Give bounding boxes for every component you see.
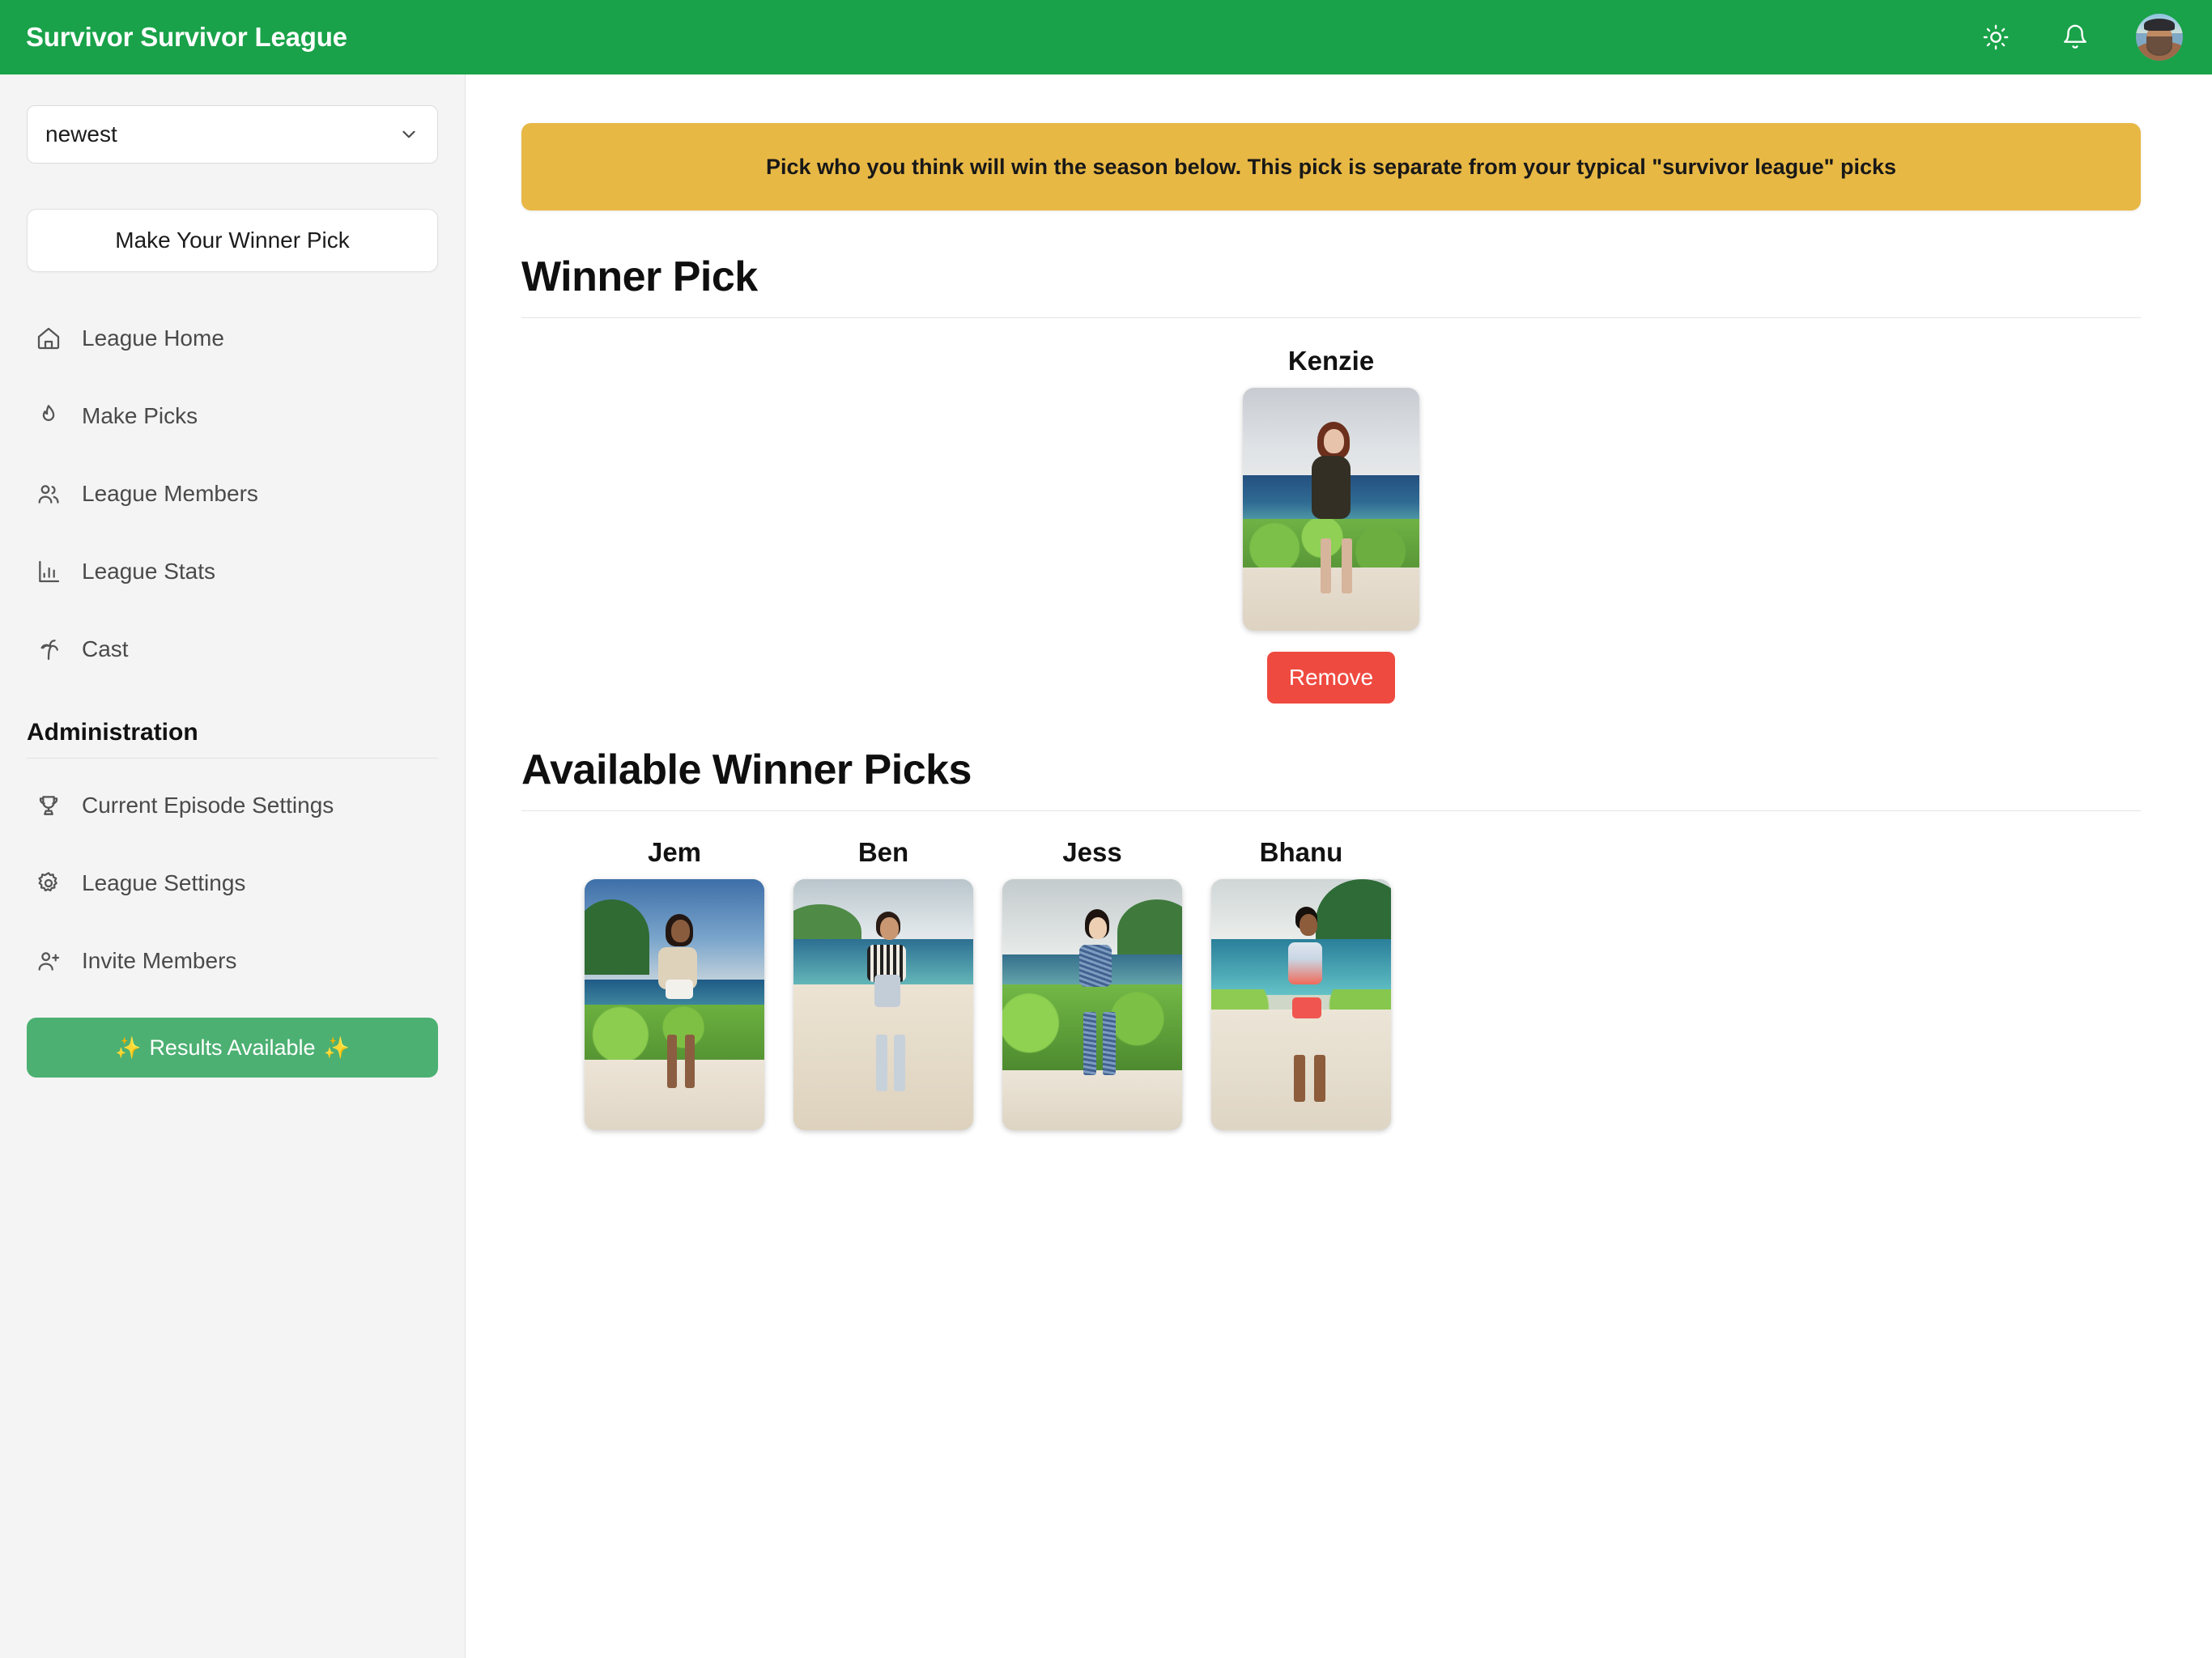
available-pick-card: Jem bbox=[585, 837, 764, 1130]
photo-sand bbox=[1243, 568, 1419, 631]
available-pick-card: Bhanu bbox=[1211, 837, 1391, 1130]
cast-photo[interactable] bbox=[585, 879, 764, 1130]
bar-chart-icon bbox=[35, 558, 62, 585]
sidebar-item-league-settings[interactable]: League Settings bbox=[27, 844, 438, 922]
sidebar-item-league-stats[interactable]: League Stats bbox=[27, 533, 438, 610]
user-avatar[interactable] bbox=[2136, 14, 2183, 61]
cast-name: Jess bbox=[1062, 837, 1122, 867]
sidebar-item-invite-members[interactable]: Invite Members bbox=[27, 922, 438, 1000]
league-select-value: newest bbox=[45, 121, 117, 147]
user-plus-icon bbox=[35, 947, 62, 975]
photo-person-head bbox=[879, 916, 899, 940]
theme-toggle-button[interactable] bbox=[1977, 19, 2014, 56]
photo-person-head bbox=[670, 919, 690, 942]
sidebar: newest Make Your Winner Pick League Home bbox=[0, 74, 466, 1658]
cast-name: Jem bbox=[647, 837, 702, 867]
main-content: Pick who you think will win the season b… bbox=[466, 74, 2212, 1658]
cast-name: Ben bbox=[857, 837, 909, 867]
sidebar-item-label: Invite Members bbox=[82, 948, 237, 973]
app-header: Survivor Survivor League bbox=[0, 0, 2212, 74]
avatar-beard bbox=[2146, 36, 2172, 56]
info-banner: Pick who you think will win the season b… bbox=[521, 123, 2141, 210]
available-picks-divider bbox=[521, 810, 2141, 811]
sparkle-icon-left: ✨ bbox=[115, 1035, 142, 1060]
photo-person-torso bbox=[1079, 944, 1112, 987]
flame-icon bbox=[35, 402, 62, 430]
photo-person-shorts bbox=[1291, 997, 1321, 1018]
cast-photo[interactable] bbox=[793, 879, 973, 1130]
photo-person-leg-left bbox=[1083, 1012, 1096, 1076]
photo-person-head bbox=[1324, 429, 1345, 453]
photo-person-leg-right bbox=[894, 1035, 906, 1092]
cast-name: Bhanu bbox=[1259, 837, 1343, 867]
cast-photo[interactable] bbox=[1002, 879, 1182, 1130]
sidebar-item-league-home[interactable]: League Home bbox=[27, 300, 438, 377]
app-title: Survivor Survivor League bbox=[26, 22, 347, 52]
gear-icon bbox=[35, 869, 62, 897]
sidebar-item-make-picks[interactable]: Make Picks bbox=[27, 377, 438, 455]
photo-person-leg-right bbox=[1313, 1055, 1325, 1102]
available-picks-grid: Jem Ben Jess Bhanu bbox=[521, 837, 2141, 1130]
users-icon bbox=[35, 480, 62, 508]
available-pick-card: Ben bbox=[793, 837, 973, 1130]
winner-pick-card: Kenzie Remove bbox=[521, 346, 2141, 704]
available-pick-card: Jess bbox=[1002, 837, 1182, 1130]
sidebar-item-label: League Settings bbox=[82, 870, 246, 895]
photo-person-shorts bbox=[665, 980, 693, 999]
cast-photo[interactable] bbox=[1211, 879, 1391, 1130]
winner-pick-heading: Winner Pick bbox=[521, 253, 758, 300]
administration-divider bbox=[27, 758, 438, 759]
chevron-down-icon bbox=[398, 124, 419, 145]
photo-person-leg-left bbox=[667, 1035, 678, 1089]
winner-pick-name: Kenzie bbox=[1287, 346, 1375, 376]
photo-person-torso bbox=[1312, 456, 1351, 519]
photo-person-tanktop bbox=[1288, 942, 1323, 984]
header-actions bbox=[1977, 14, 2183, 61]
sidebar-item-current-episode-settings[interactable]: Current Episode Settings bbox=[27, 767, 438, 844]
sun-icon bbox=[1983, 24, 2009, 50]
photo-person-overalls bbox=[874, 974, 900, 1007]
photo-person-leg-right bbox=[1103, 1012, 1117, 1076]
photo-person-leg-right bbox=[685, 1035, 696, 1089]
photo-sand bbox=[1002, 1069, 1182, 1130]
sidebar-item-label: Make Picks bbox=[82, 403, 198, 428]
sidebar-item-label: League Stats bbox=[82, 559, 216, 584]
home-icon bbox=[35, 325, 62, 352]
make-winner-pick-button[interactable]: Make Your Winner Pick bbox=[27, 209, 438, 272]
sidebar-item-label: Current Episode Settings bbox=[82, 793, 334, 818]
trophy-icon bbox=[35, 792, 62, 819]
bell-icon bbox=[2064, 24, 2087, 49]
available-picks-heading: Available Winner Picks bbox=[521, 746, 972, 793]
sidebar-item-label: League Home bbox=[82, 325, 224, 351]
photo-person-head bbox=[1088, 916, 1107, 939]
sidebar-item-league-members[interactable]: League Members bbox=[27, 455, 438, 533]
results-available-button[interactable]: ✨ Results Available ✨ bbox=[27, 1018, 438, 1078]
photo-person-head bbox=[1299, 914, 1317, 937]
sparkle-icon-right: ✨ bbox=[323, 1035, 350, 1060]
photo-person-leg-left bbox=[1320, 538, 1331, 593]
results-available-label: Results Available bbox=[149, 1035, 316, 1060]
sidebar-nav: League Home Make Picks League Members Le… bbox=[27, 300, 438, 688]
sidebar-admin-nav: Current Episode Settings League Settings… bbox=[27, 767, 438, 1000]
palm-tree-icon bbox=[35, 636, 62, 663]
remove-winner-pick-button[interactable]: Remove bbox=[1267, 652, 1395, 704]
league-select[interactable]: newest bbox=[27, 105, 438, 164]
photo-person-leg-left bbox=[1294, 1055, 1306, 1102]
notifications-button[interactable] bbox=[2057, 19, 2094, 56]
photo-person-leg-right bbox=[1342, 538, 1353, 593]
winner-pick-divider bbox=[521, 317, 2141, 318]
sidebar-item-label: League Members bbox=[82, 481, 258, 506]
sidebar-item-cast[interactable]: Cast bbox=[27, 610, 438, 688]
avatar-bandana bbox=[2144, 19, 2175, 31]
sidebar-item-label: Cast bbox=[82, 636, 129, 661]
winner-pick-photo[interactable] bbox=[1243, 388, 1419, 631]
administration-heading: Administration bbox=[27, 719, 198, 746]
photo-person-leg-left bbox=[876, 1035, 888, 1092]
